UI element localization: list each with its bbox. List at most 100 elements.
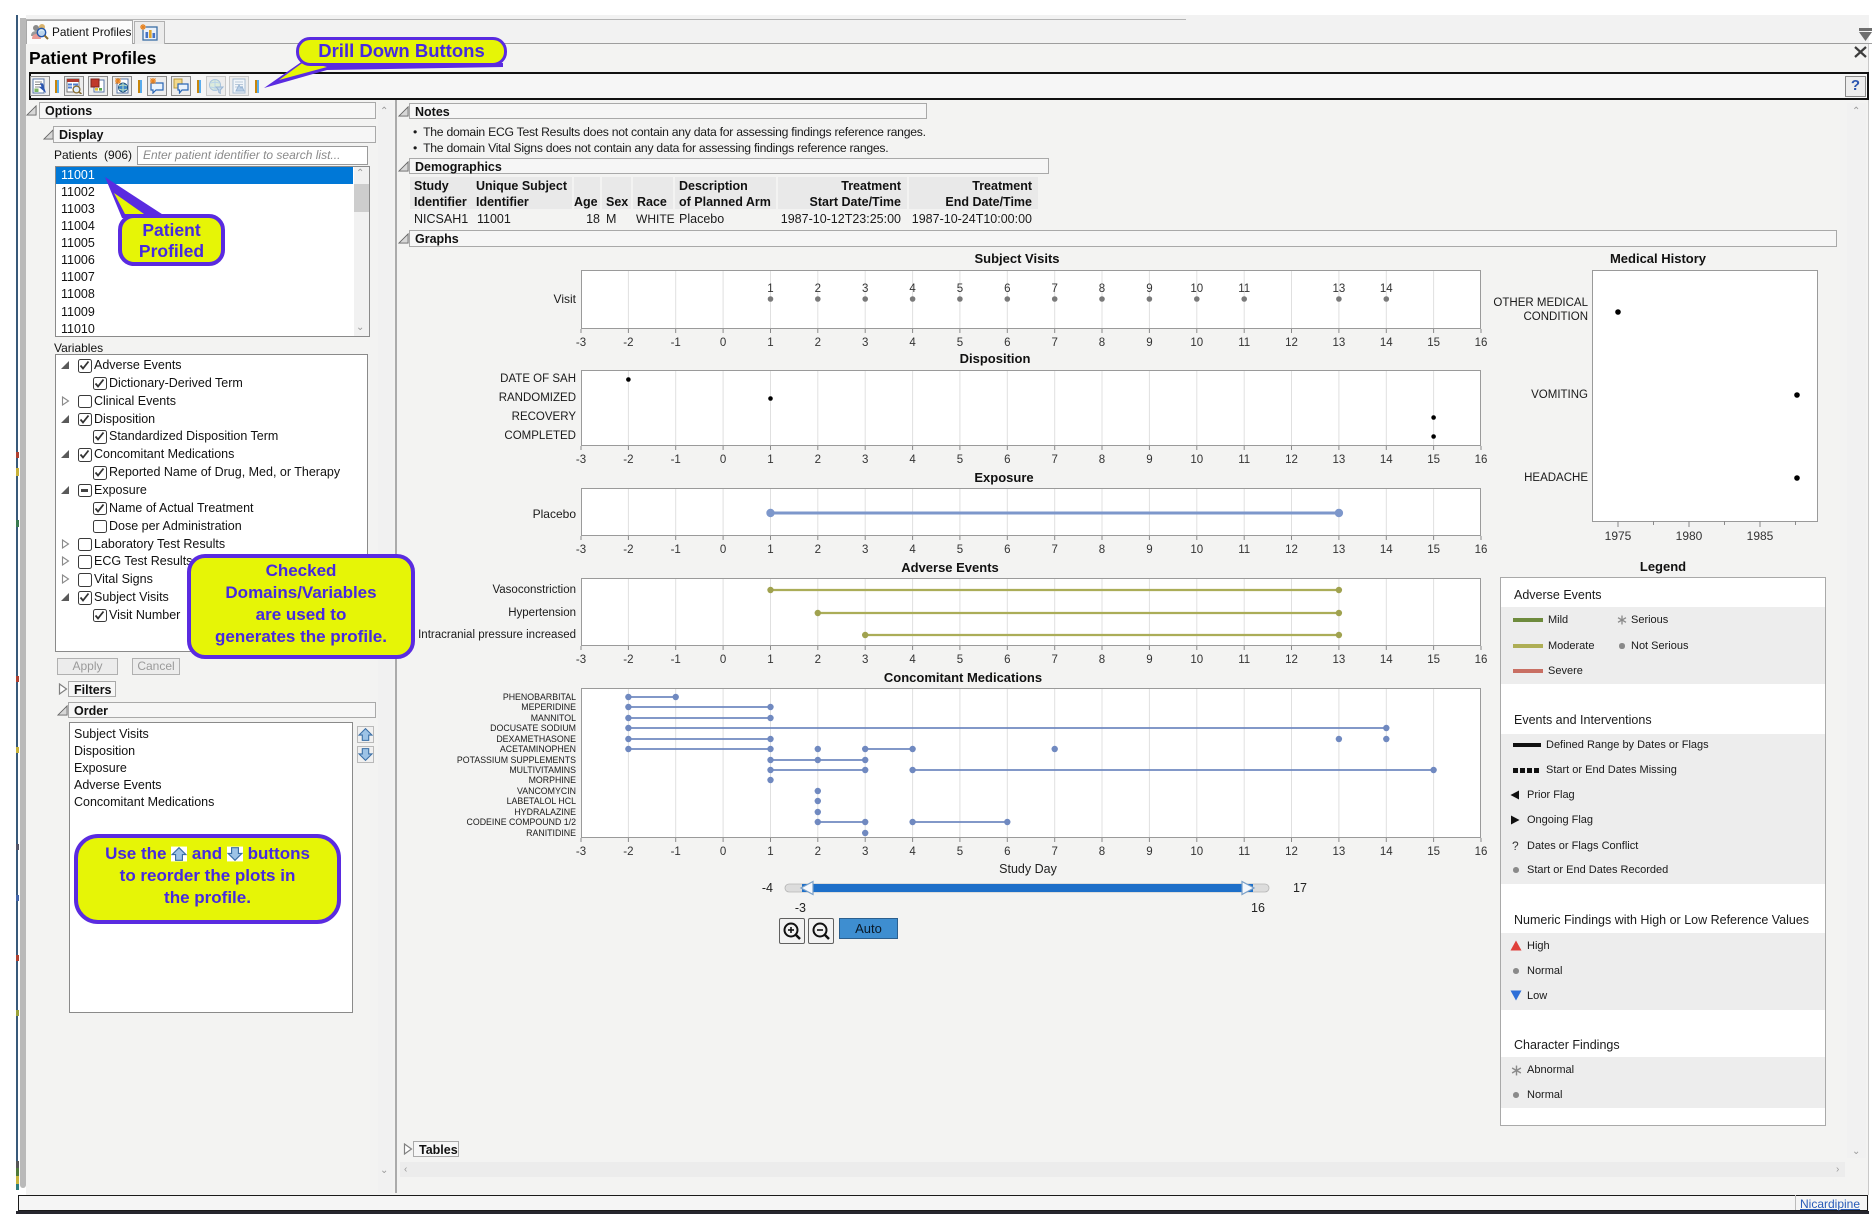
svg-text:16: 16 — [1475, 454, 1488, 466]
svg-text:8: 8 — [1099, 283, 1105, 295]
svg-text:6: 6 — [1004, 283, 1010, 295]
svg-text:0: 0 — [720, 846, 726, 858]
svg-text:5: 5 — [957, 544, 963, 556]
svg-text:11: 11 — [1238, 654, 1250, 666]
svg-text:2: 2 — [815, 283, 821, 295]
svg-text:4: 4 — [909, 846, 916, 858]
svg-text:-1: -1 — [671, 337, 681, 349]
svg-text:13: 13 — [1333, 544, 1346, 556]
svg-text:13: 13 — [1333, 337, 1346, 349]
svg-text:3: 3 — [862, 544, 868, 556]
svg-text:5: 5 — [957, 454, 963, 466]
svg-text:12: 12 — [1285, 846, 1298, 858]
svg-text:5: 5 — [957, 337, 963, 349]
svg-text:2: 2 — [815, 846, 821, 858]
svg-text:4: 4 — [909, 337, 916, 349]
svg-text:-1: -1 — [671, 654, 681, 666]
svg-text:-3: -3 — [576, 544, 586, 556]
svg-text:1: 1 — [767, 454, 773, 466]
svg-text:16: 16 — [1475, 846, 1488, 858]
svg-text:11: 11 — [1238, 454, 1250, 466]
svg-text:8: 8 — [1099, 544, 1105, 556]
svg-text:8: 8 — [1099, 337, 1105, 349]
svg-text:4: 4 — [909, 454, 916, 466]
svg-text:-2: -2 — [623, 454, 633, 466]
svg-text:11: 11 — [1238, 337, 1250, 349]
svg-text:2: 2 — [815, 654, 821, 666]
svg-text:11: 11 — [1238, 544, 1250, 556]
svg-text:-1: -1 — [671, 544, 681, 556]
svg-text:15: 15 — [1427, 654, 1440, 666]
svg-text:1985: 1985 — [1747, 529, 1774, 543]
svg-text:-2: -2 — [623, 544, 633, 556]
svg-text:6: 6 — [1004, 654, 1010, 666]
svg-text:4: 4 — [909, 544, 916, 556]
svg-text:2: 2 — [815, 337, 821, 349]
svg-text:10: 10 — [1190, 846, 1203, 858]
svg-text:16: 16 — [1475, 654, 1488, 666]
svg-text:10: 10 — [1190, 654, 1203, 666]
svg-text:7: 7 — [1051, 654, 1057, 666]
svg-text:-3: -3 — [576, 654, 586, 666]
svg-text:10: 10 — [1190, 283, 1203, 295]
svg-text:15: 15 — [1427, 846, 1440, 858]
svg-text:10: 10 — [1190, 337, 1203, 349]
svg-text:2: 2 — [815, 544, 821, 556]
svg-text:5: 5 — [957, 283, 963, 295]
svg-text:1: 1 — [767, 846, 773, 858]
svg-text:-3: -3 — [576, 454, 586, 466]
svg-text:6: 6 — [1004, 454, 1010, 466]
svg-text:7: 7 — [1051, 283, 1057, 295]
svg-text:16: 16 — [1475, 544, 1488, 556]
svg-text:9: 9 — [1146, 846, 1152, 858]
svg-text:1: 1 — [767, 654, 773, 666]
svg-text:5: 5 — [957, 846, 963, 858]
svg-text:13: 13 — [1333, 654, 1346, 666]
svg-text:14: 14 — [1380, 454, 1393, 466]
svg-text:1980: 1980 — [1676, 529, 1703, 543]
svg-text:-3: -3 — [576, 846, 586, 858]
svg-text:7: 7 — [1051, 544, 1057, 556]
svg-text:-1: -1 — [671, 846, 681, 858]
svg-text:-2: -2 — [623, 846, 633, 858]
svg-text:13: 13 — [1333, 454, 1346, 466]
svg-text:0: 0 — [720, 454, 726, 466]
svg-text:13: 13 — [1333, 846, 1346, 858]
svg-text:14: 14 — [1380, 283, 1393, 295]
svg-text:0: 0 — [720, 337, 726, 349]
svg-text:6: 6 — [1004, 846, 1010, 858]
svg-text:4: 4 — [909, 283, 916, 295]
svg-text:12: 12 — [1285, 337, 1298, 349]
svg-text:3: 3 — [862, 846, 868, 858]
svg-text:8: 8 — [1099, 846, 1105, 858]
svg-text:0: 0 — [720, 654, 726, 666]
svg-text:14: 14 — [1380, 337, 1393, 349]
svg-text:11: 11 — [1238, 283, 1250, 295]
svg-text:11: 11 — [1238, 846, 1250, 858]
svg-text:7: 7 — [1051, 337, 1057, 349]
svg-text:4: 4 — [909, 654, 916, 666]
svg-text:3: 3 — [862, 283, 868, 295]
svg-text:13: 13 — [1333, 283, 1346, 295]
svg-text:14: 14 — [1380, 544, 1393, 556]
svg-text:1: 1 — [767, 337, 773, 349]
svg-text:3: 3 — [862, 654, 868, 666]
svg-text:15: 15 — [1427, 454, 1440, 466]
svg-text:1: 1 — [767, 283, 773, 295]
svg-text:9: 9 — [1146, 337, 1152, 349]
svg-text:-2: -2 — [623, 654, 633, 666]
svg-text:-1: -1 — [671, 454, 681, 466]
svg-text:1975: 1975 — [1605, 529, 1632, 543]
svg-text:16: 16 — [1475, 337, 1488, 349]
svg-text:7: 7 — [1051, 454, 1057, 466]
svg-text:5: 5 — [957, 654, 963, 666]
svg-text:12: 12 — [1285, 544, 1298, 556]
svg-text:3: 3 — [862, 454, 868, 466]
svg-text:7: 7 — [1051, 846, 1057, 858]
svg-text:6: 6 — [1004, 544, 1010, 556]
svg-text:6: 6 — [1004, 337, 1010, 349]
svg-text:14: 14 — [1380, 654, 1393, 666]
svg-text:-3: -3 — [576, 337, 586, 349]
svg-text:9: 9 — [1146, 654, 1152, 666]
svg-text:8: 8 — [1099, 454, 1105, 466]
